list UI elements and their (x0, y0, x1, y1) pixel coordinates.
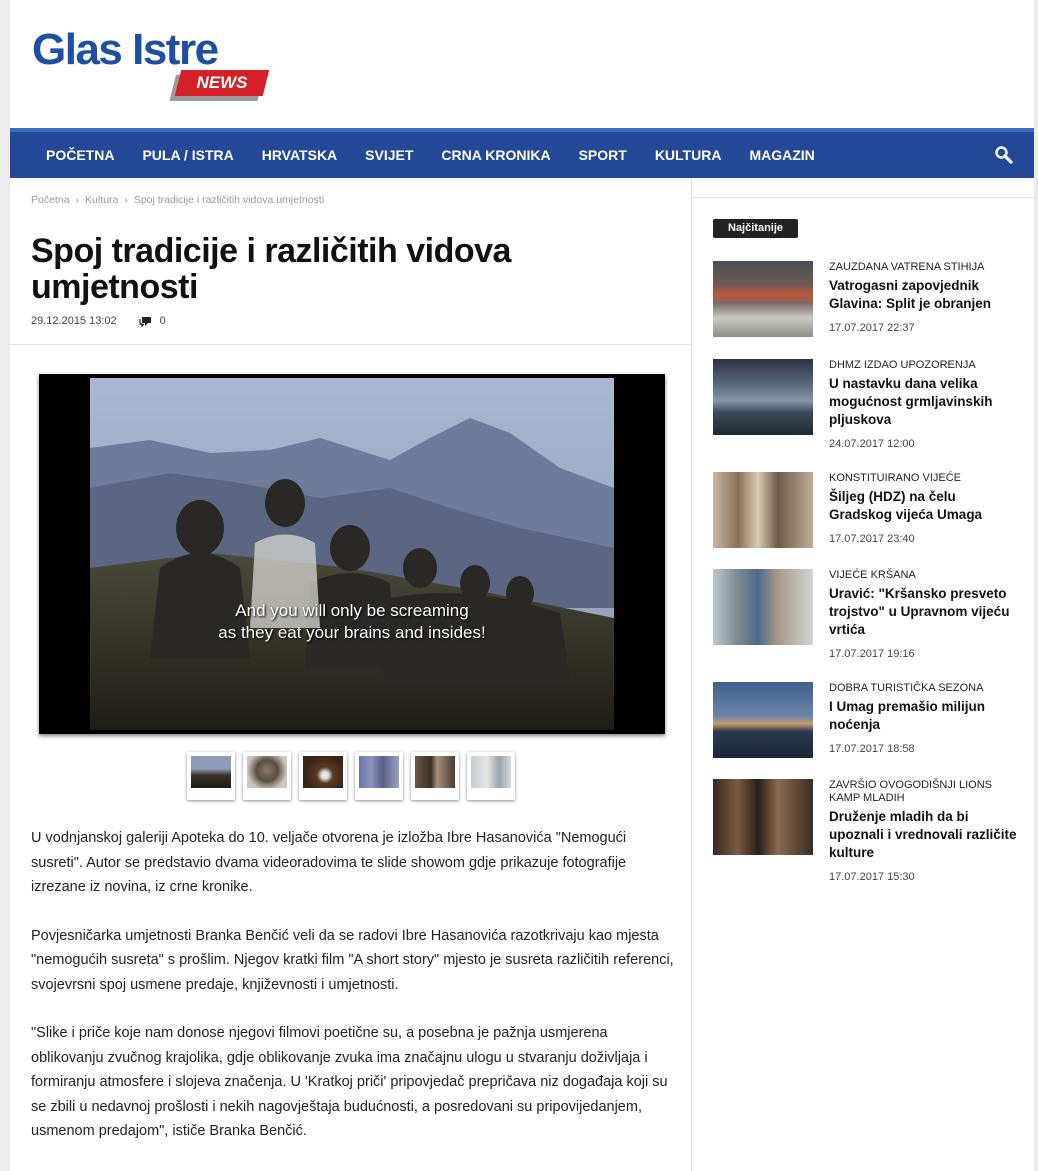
article-category[interactable]: ZAUZDANA VATRENA STIHIJA (829, 261, 1019, 274)
article-date: 17.07.2017 15:30 (829, 871, 915, 883)
article-thumbnail[interactable] (713, 472, 813, 548)
article-thumbnail[interactable] (713, 569, 813, 645)
comments-link[interactable]: 0 (139, 315, 166, 327)
article-headline[interactable]: I Umag premašio milijun noćenja (829, 698, 1019, 734)
article-headline[interactable]: Vatrogasni zapovjednik Glavina: Split je… (829, 277, 1019, 313)
chevron-right-icon: › (124, 194, 128, 206)
logo-wordmark: Glas Istre (32, 25, 219, 74)
main-nav: POČETNA PULA / ISTRA HRVATSKA SVIJET CRN… (10, 128, 1034, 178)
page: Glas Istre NEWS POČETNA PULA / ISTRA HRV… (10, 0, 1034, 1171)
comment-icon (139, 316, 151, 327)
article-date: 17.07.2017 22:37 (829, 322, 915, 334)
article-date: 29.12.2015 13:02 (31, 315, 117, 327)
gallery-thumbnail[interactable] (299, 752, 347, 800)
gallery-main-image[interactable]: And you will only be screaming as they e… (39, 374, 665, 734)
chevron-right-icon: › (75, 194, 80, 206)
search-icon[interactable] (994, 145, 1014, 165)
article-paragraph: Povjesničarka umjetnosti Branka Benčić v… (31, 927, 674, 993)
gallery-thumbnail[interactable] (187, 752, 235, 800)
video-subtitle: And you will only be screaming as they e… (90, 600, 614, 644)
logo-news-badge: NEWS (174, 70, 270, 96)
article-category[interactable]: ZAVRŠIO OVOGODIŠNJI LIONS KAMP MLADIH (829, 779, 1019, 805)
comment-count: 0 (159, 315, 166, 327)
article-column: Početna › Kultura › Spoj tradicije i različi… (10, 178, 692, 1171)
nav-item-pula-istra[interactable]: PULA / ISTRA (128, 147, 247, 163)
gallery-thumbnails (187, 752, 523, 800)
article-category[interactable]: KONSTITUIRANO VIJEĆE (829, 472, 1019, 485)
article-category[interactable]: DHMZ IZDAO UPOZORENJA (829, 359, 1019, 372)
article-title: Spoj tradicije i različitih vidova umjet… (31, 232, 511, 306)
nav-item-svijet[interactable]: SVIJET (351, 147, 427, 163)
gallery-photo: And you will only be screaming as they e… (90, 378, 614, 730)
article-meta: 29.12.2015 13:02 0 (31, 315, 166, 327)
divider (10, 344, 692, 345)
article-headline[interactable]: U nastavku dana velika mogućnost grmljav… (829, 375, 1019, 429)
article-thumbnail[interactable] (713, 261, 813, 337)
article-paragraph: "Slike i priče koje nam donose njegovi f… (31, 1025, 668, 1139)
sidebar: Najčitanije ZAUZDANA VATRENA STIHIJA Vat… (693, 178, 1034, 1171)
nav-item-pocetna[interactable]: POČETNA (32, 147, 128, 163)
nav-item-kultura[interactable]: KULTURA (641, 147, 736, 163)
article-thumbnail[interactable] (713, 779, 813, 855)
breadcrumb-section[interactable]: Kultura (85, 194, 118, 206)
article-paragraph: U vodnjanskoj galeriji Apoteka do 10. ve… (31, 830, 627, 895)
gallery-thumbnail[interactable] (467, 752, 515, 800)
gallery-thumbnail[interactable] (411, 752, 459, 800)
subtitle-line-2: as they eat your brains and insides! (218, 623, 486, 642)
article-body: U vodnjanskoj galeriji Apoteka do 10. ve… (31, 826, 676, 1168)
site-logo[interactable]: Glas Istre NEWS (32, 28, 282, 103)
article-date: 17.07.2017 19:16 (829, 648, 915, 660)
gallery-thumbnail[interactable] (243, 752, 291, 800)
subtitle-line-1: And you will only be screaming (235, 601, 469, 620)
nav-item-sport[interactable]: SPORT (565, 147, 641, 163)
most-read-badge: Najčitanije (713, 219, 799, 238)
breadcrumb-home[interactable]: Početna (31, 194, 70, 206)
gallery-thumbnail[interactable] (355, 752, 403, 800)
breadcrumb: Početna › Kultura › Spoj tradicije i različi… (31, 194, 324, 206)
nav-item-hrvatska[interactable]: HRVATSKA (248, 147, 351, 163)
article-date: 24.07.2017 12:00 (829, 438, 915, 450)
nav-item-magazin[interactable]: MAGAZIN (735, 147, 828, 163)
article-category[interactable]: DOBRA TURISTIČKA SEZONA (829, 682, 1019, 695)
nav-item-crna-kronika[interactable]: CRNA KRONIKA (427, 147, 564, 163)
article-category[interactable]: VIJEĆE KRŠANA (829, 569, 1019, 582)
article-thumbnail[interactable] (713, 359, 813, 435)
article-date: 17.07.2017 23:40 (829, 533, 915, 545)
article-date: 17.07.2017 18:58 (829, 743, 915, 755)
divider (693, 197, 1034, 198)
logo-news-label: NEWS (196, 73, 248, 92)
article-headline[interactable]: Uravić: "Kršansko presveto trojstvo" u U… (829, 585, 1019, 639)
breadcrumb-current: Spoj tradicije i različitih vidova umjet… (133, 194, 325, 206)
article-headline[interactable]: Šiljeg (HDZ) na čelu Gradskog vijeća Uma… (829, 488, 1019, 524)
article-thumbnail[interactable] (713, 682, 813, 758)
article-headline[interactable]: Druženje mladih da bi upoznali i vrednov… (829, 808, 1019, 862)
